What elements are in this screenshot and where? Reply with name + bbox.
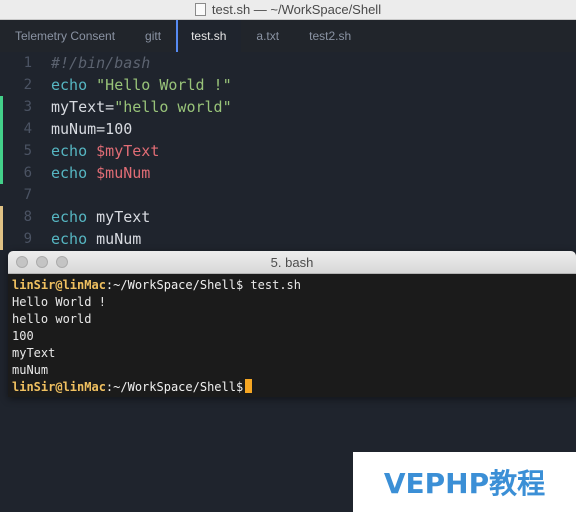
code-token: echo bbox=[51, 142, 88, 160]
code-token: #!/bin/bash bbox=[51, 54, 151, 72]
window-title: test.sh — ~/WorkSpace/Shell bbox=[211, 2, 382, 17]
line-number: 4 bbox=[23, 121, 32, 137]
terminal-window[interactable]: 5. bash linSir@linMac:~/WorkSpace/Shell$… bbox=[8, 251, 576, 397]
terminal-output-line: myText bbox=[12, 346, 56, 360]
line-number: 5 bbox=[23, 143, 32, 159]
code-line[interactable]: 7 bbox=[0, 184, 576, 206]
terminal-output-line: Hello World ! bbox=[12, 295, 106, 309]
git-added-marker bbox=[0, 140, 3, 162]
tab-label: Telemetry Consent bbox=[15, 29, 116, 43]
code-token: echo bbox=[51, 230, 88, 248]
document-icon bbox=[194, 3, 206, 16]
code-token: "hello world" bbox=[114, 98, 232, 116]
line-number: 3 bbox=[23, 99, 32, 115]
git-modified-marker bbox=[0, 206, 3, 228]
code-token: myText= bbox=[51, 98, 115, 116]
code-token: echo bbox=[51, 164, 88, 182]
tab-label: gitt bbox=[145, 29, 162, 43]
line-number: 7 bbox=[23, 187, 32, 203]
terminal-output-line: hello world bbox=[12, 312, 92, 326]
code-line[interactable]: 9 echo muNum bbox=[0, 228, 576, 250]
terminal-output-line: 100 bbox=[12, 329, 34, 343]
git-added-marker bbox=[0, 118, 3, 140]
tab-a-txt[interactable]: a.txt bbox=[241, 20, 294, 52]
terminal-output[interactable]: linSir@linMac:~/WorkSpace/Shell$ test.sh… bbox=[8, 274, 576, 396]
code-line[interactable]: 6 echo $muNum bbox=[0, 162, 576, 184]
tab-label: a.txt bbox=[256, 29, 280, 43]
tab-test2-sh[interactable]: test2.sh bbox=[294, 20, 366, 52]
terminal-cursor bbox=[245, 379, 253, 393]
terminal-output-line: muNum bbox=[12, 363, 49, 377]
line-number: 8 bbox=[23, 209, 32, 225]
watermark-logo: VEPHP教程 bbox=[353, 452, 576, 512]
terminal-prompt-line[interactable]: linSir@linMac:~/WorkSpace/Shell$ bbox=[12, 379, 576, 396]
window-title-bar: test.sh — ~/WorkSpace/Shell bbox=[0, 0, 576, 20]
code-line[interactable]: 5 echo $myText bbox=[0, 140, 576, 162]
code-line[interactable]: 3 myText="hello world" bbox=[0, 96, 576, 118]
line-number: 2 bbox=[23, 77, 32, 93]
code-line[interactable]: 4 muNum=100 bbox=[0, 118, 576, 140]
git-added-marker bbox=[0, 96, 3, 118]
code-token: muNum bbox=[87, 230, 142, 248]
prompt-path: :~/WorkSpace/Shell$ bbox=[105, 278, 244, 292]
code-line[interactable]: 2 echo "Hello World !" bbox=[0, 74, 576, 96]
git-modified-marker bbox=[0, 228, 3, 250]
tab-gitt[interactable]: gitt bbox=[130, 20, 176, 52]
watermark-text: VEPHP教程 bbox=[383, 467, 546, 500]
code-token: $myText bbox=[96, 142, 160, 160]
code-token: $muNum bbox=[96, 164, 151, 182]
prompt-user: linSir@linMac bbox=[12, 380, 106, 394]
tab-telemetry-consent[interactable]: Telemetry Consent bbox=[0, 20, 130, 52]
tab-bar: Telemetry Consent gitt test.sh a.txt tes… bbox=[0, 20, 576, 52]
minimize-button[interactable] bbox=[36, 256, 48, 268]
code-token: echo bbox=[51, 208, 88, 226]
tab-label: test2.sh bbox=[309, 29, 352, 43]
tab-test-sh[interactable]: test.sh bbox=[176, 20, 242, 52]
line-number: 9 bbox=[23, 231, 32, 247]
code-line[interactable]: 1 #!/bin/bash bbox=[0, 52, 576, 74]
close-button[interactable] bbox=[16, 256, 28, 268]
code-token: myText bbox=[87, 208, 151, 226]
code-token: "Hello World !" bbox=[96, 76, 232, 94]
line-number: 6 bbox=[23, 165, 32, 181]
zoom-button[interactable] bbox=[56, 256, 68, 268]
line-number: 1 bbox=[23, 55, 32, 71]
git-added-marker bbox=[0, 162, 3, 184]
terminal-title: 5. bash bbox=[270, 254, 314, 270]
terminal-prompt-line: linSir@linMac:~/WorkSpace/Shell$ test.sh bbox=[12, 277, 576, 294]
code-line[interactable]: 8 echo myText bbox=[0, 206, 576, 228]
tab-label: test.sh bbox=[191, 29, 227, 43]
code-token: echo bbox=[51, 76, 88, 94]
code-token: muNum=100 bbox=[51, 120, 133, 138]
prompt-user: linSir@linMac bbox=[12, 278, 106, 292]
prompt-path: :~/WorkSpace/Shell$ bbox=[105, 380, 244, 394]
terminal-title-bar[interactable]: 5. bash bbox=[8, 251, 576, 274]
terminal-command: test.sh bbox=[243, 278, 301, 292]
